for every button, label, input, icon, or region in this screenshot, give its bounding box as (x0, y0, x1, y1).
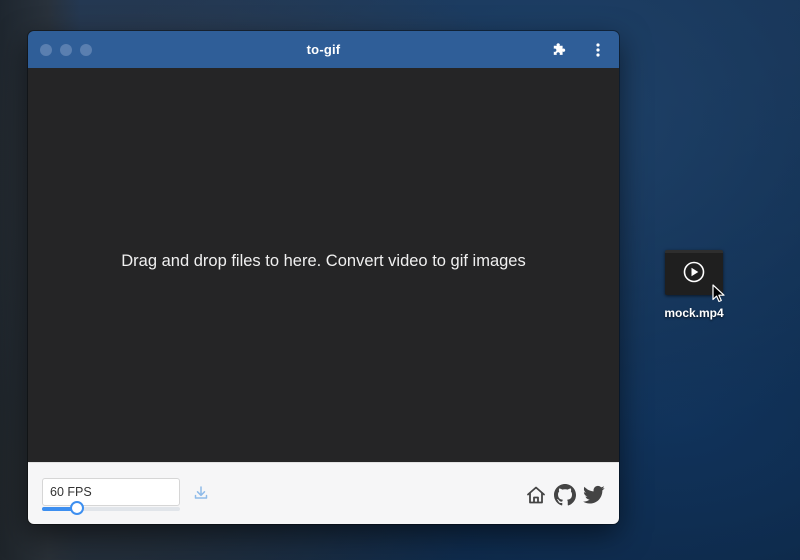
fps-display: 60 FPS (42, 478, 180, 506)
maximize-window-button[interactable] (80, 44, 92, 56)
download-icon[interactable] (193, 485, 211, 503)
window-controls (40, 44, 92, 56)
footer-links (525, 484, 605, 506)
mouse-cursor-icon (712, 284, 725, 303)
fps-slider[interactable] (42, 501, 180, 515)
drop-zone[interactable]: Drag and drop files to here. Convert vid… (28, 68, 619, 462)
github-icon[interactable] (554, 484, 576, 506)
footer-bar: 60 FPS (28, 462, 619, 524)
more-vertical-icon[interactable] (589, 41, 607, 59)
close-window-button[interactable] (40, 44, 52, 56)
file-name: mock.mp4 (664, 306, 724, 320)
fps-slider-thumb[interactable] (69, 501, 84, 515)
title-bar-actions (551, 31, 607, 68)
window-title: to-gif (306, 42, 341, 57)
play-icon (683, 261, 705, 283)
drop-zone-instructions: Drag and drop files to here. Convert vid… (121, 251, 526, 270)
home-icon[interactable] (525, 484, 547, 506)
minimize-window-button[interactable] (60, 44, 72, 56)
twitter-icon[interactable] (583, 484, 605, 506)
app-window: to-gif Drag and drop files to here. Conv… (28, 31, 619, 524)
puzzle-piece-icon[interactable] (551, 41, 569, 59)
title-bar[interactable]: to-gif (28, 31, 619, 68)
